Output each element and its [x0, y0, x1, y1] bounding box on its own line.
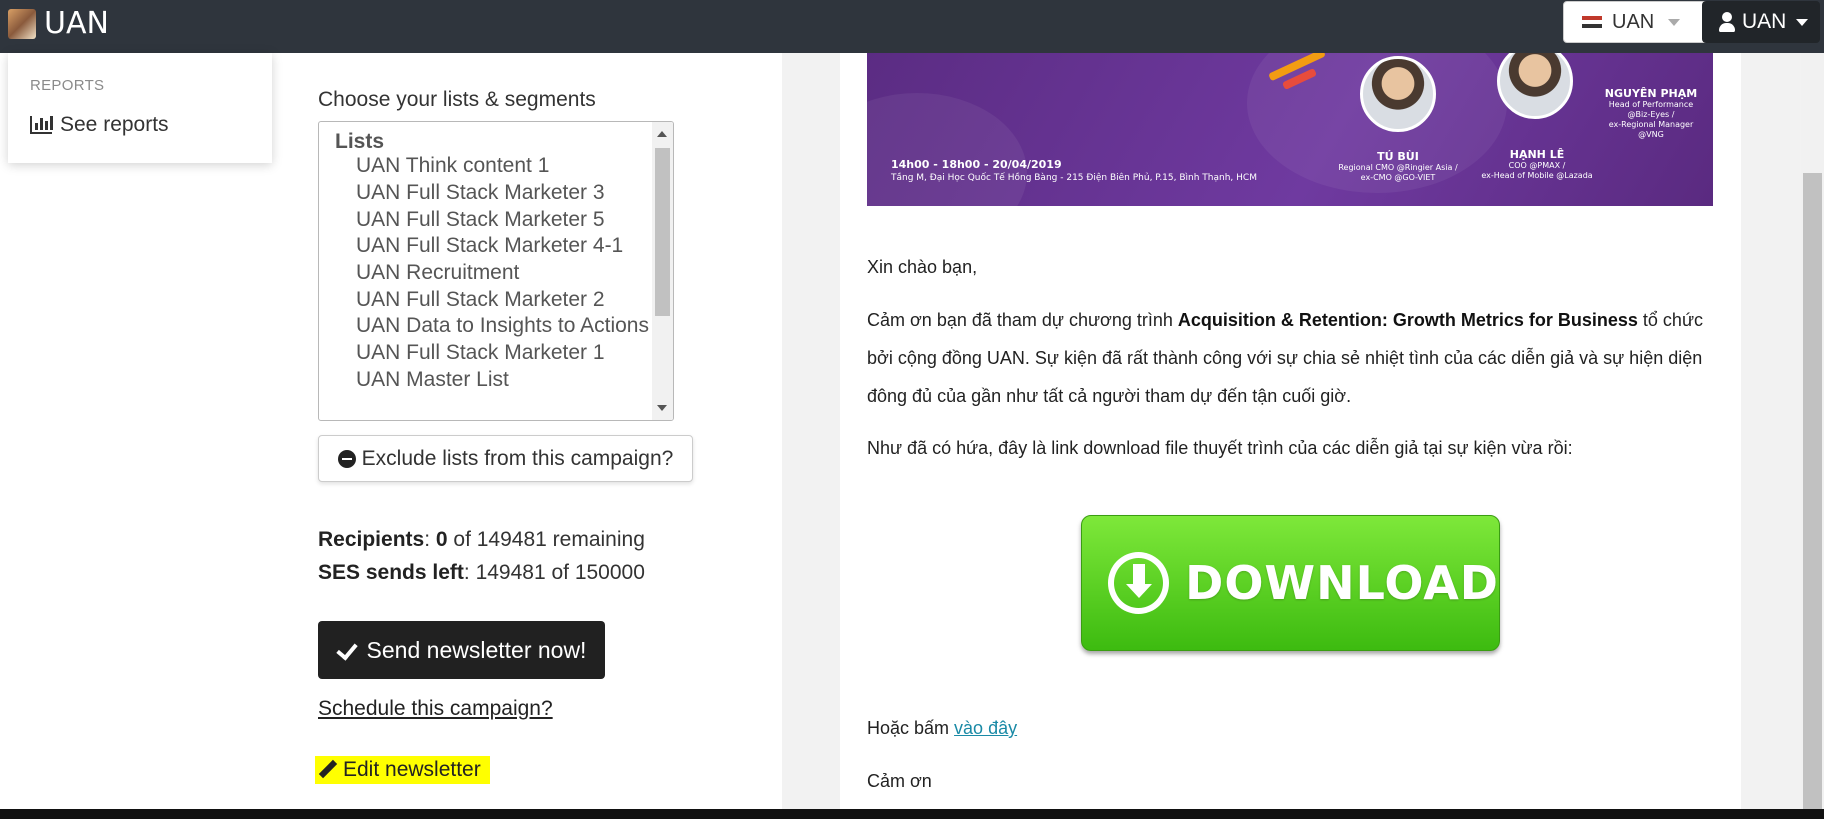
lists-scroll-thumb[interactable] — [655, 148, 670, 316]
brand[interactable]: UAN — [8, 6, 109, 41]
scroll-up-icon[interactable] — [657, 131, 667, 137]
lists-label: Choose your lists & segments — [318, 88, 596, 111]
account-switcher-button[interactable]: UAN — [1563, 1, 1718, 43]
sidebar-reports-card: REPORTS See reports — [8, 53, 272, 163]
user-icon — [1718, 12, 1736, 32]
lists-group-label: Lists — [335, 130, 385, 153]
list-option[interactable]: UAN Recruitment — [356, 261, 519, 285]
download-label: DOWNLOAD — [1185, 556, 1499, 610]
email-closing: Cảm ơn — [867, 771, 932, 791]
speaker-photo-tu-bui — [1360, 56, 1436, 132]
exclude-lists-button[interactable]: Exclude lists from this campaign? — [318, 435, 693, 482]
account-switcher-label: UAN — [1612, 10, 1655, 33]
event-address: Tầng M, Đại Học Quốc Tế Hồng Bàng - 215 … — [891, 173, 1257, 183]
schedule-campaign-link[interactable]: Schedule this campaign? — [318, 697, 553, 721]
list-option[interactable]: UAN Master List — [356, 368, 509, 392]
check-icon — [337, 640, 359, 660]
email-paragraph-1: Cảm ơn bạn đã tham dự chương trình Acqui… — [867, 310, 1703, 406]
brand-logo-icon — [8, 8, 36, 39]
page-scrollbar[interactable] — [1801, 53, 1824, 809]
recipients-stat: Recipients: 0 of 149481 remaining — [318, 528, 645, 551]
edit-newsletter-label: Edit newsletter — [343, 758, 481, 781]
user-menu-button[interactable]: UAN — [1702, 1, 1820, 43]
sidebar-section-heading: REPORTS — [30, 77, 105, 94]
email-greeting: Xin chào bạn, — [867, 257, 978, 277]
list-option[interactable]: UAN Data to Insights to Actions — [356, 314, 649, 338]
pencil-icon — [319, 761, 337, 779]
ses-sends-stat: SES sends left: 149481 of 150000 — [318, 561, 645, 584]
send-newsletter-button[interactable]: Send newsletter now! — [318, 621, 605, 679]
send-newsletter-label: Send newsletter now! — [366, 636, 587, 663]
brand-name: UAN — [44, 6, 109, 41]
event-name: Acquisition & Retention: Growth Metrics … — [1177, 310, 1638, 330]
recipients-remaining: of 149481 remaining — [453, 528, 645, 551]
chevron-down-icon — [1668, 18, 1681, 26]
speaker-photo-hanh-le — [1497, 53, 1573, 119]
email-paragraph-2: Như đã có hứa, đây là link download file… — [867, 438, 1573, 458]
list-option[interactable]: UAN Full Stack Marketer 1 — [356, 341, 605, 365]
list-option[interactable]: UAN Full Stack Marketer 4-1 — [356, 234, 623, 258]
download-arrow-icon — [1108, 552, 1170, 614]
list-option[interactable]: UAN Full Stack Marketer 3 — [356, 181, 605, 205]
lists-multiselect[interactable]: Lists UAN Think content 1 UAN Full Stack… — [318, 121, 674, 421]
email-alt-link-line: Hoặc bấm vào đây — [867, 718, 1018, 738]
lists-scrollbar[interactable] — [652, 122, 673, 420]
sidebar-item-label: See reports — [60, 113, 169, 136]
flag-icon — [1582, 16, 1602, 28]
event-time: 14h00 - 18h00 - 20/04/2019 — [891, 158, 1062, 171]
ses-value: 149481 of 150000 — [475, 561, 645, 584]
chevron-down-icon — [1796, 18, 1809, 26]
ses-label: SES sends left — [318, 561, 464, 584]
page-scroll-thumb[interactable] — [1803, 173, 1822, 809]
list-option[interactable]: UAN Think content 1 — [356, 154, 549, 178]
event-banner: TÚ BÙI Regional CMO @Ringier Asia / ex-C… — [867, 53, 1713, 206]
alt-download-link[interactable]: vào đây — [954, 718, 1017, 738]
speaker-nguyen-pham: NGUYÊN PHẠM Head of Performance @Biz-Eye… — [1604, 87, 1698, 139]
exclude-lists-label: Exclude lists from this campaign? — [361, 446, 674, 470]
recipients-count: 0 — [435, 528, 448, 551]
list-option[interactable]: UAN Full Stack Marketer 2 — [356, 288, 605, 312]
download-button[interactable]: DOWNLOAD — [1081, 515, 1500, 651]
speaker-hanh-le: HẠNH LÊ COO @PMAX / ex-Head of Mobile @L… — [1481, 148, 1593, 180]
edit-newsletter-link[interactable]: Edit newsletter — [315, 756, 490, 784]
scroll-down-icon[interactable] — [657, 405, 667, 411]
bottom-edge-bar — [0, 809, 1824, 819]
user-menu-label: UAN — [1742, 10, 1787, 33]
list-option[interactable]: UAN Full Stack Marketer 5 — [356, 208, 605, 232]
recipients-label: Recipients — [318, 528, 425, 551]
bar-chart-icon — [30, 116, 53, 134]
speaker-tu-bui: TÚ BÙI Regional CMO @Ringier Asia / ex-C… — [1338, 150, 1458, 182]
sidebar-item-see-reports[interactable]: See reports — [30, 113, 169, 137]
minus-circle-icon — [337, 449, 356, 468]
top-navbar: UAN UAN UAN — [0, 0, 1824, 53]
